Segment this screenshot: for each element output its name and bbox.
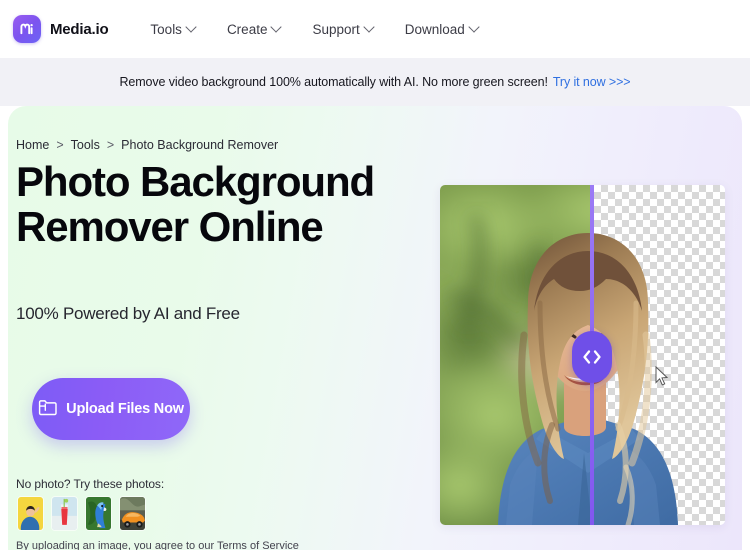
hero-left-column: Home > Tools > Photo Background Remover … xyxy=(16,106,436,550)
nav-item-tools[interactable]: Tools xyxy=(134,16,211,43)
sample-photo-parrot[interactable] xyxy=(85,496,112,531)
upload-files-button-label: Upload Files Now xyxy=(66,401,184,417)
page-root: Media.io Tools Create Support Download R… xyxy=(0,0,750,550)
promo-banner-link[interactable]: Try it now >>> xyxy=(553,75,631,89)
sample-photo-person[interactable] xyxy=(17,496,44,531)
brand-name: Media.io xyxy=(50,20,109,38)
nav-item-label: Create xyxy=(226,21,268,37)
nav-item-support[interactable]: Support xyxy=(296,16,388,43)
brand-logo-link[interactable]: Media.io xyxy=(13,15,109,43)
breadcrumb-separator: > xyxy=(56,138,64,152)
compare-slider-handle[interactable] xyxy=(572,331,612,383)
nav-item-label: Tools xyxy=(150,21,182,37)
breadcrumb: Home > Tools > Photo Background Remover xyxy=(16,138,278,152)
chevron-down-icon xyxy=(468,21,480,33)
site-header: Media.io Tools Create Support Download xyxy=(0,0,750,58)
breadcrumb-separator: > xyxy=(106,138,115,152)
sample-photo-car[interactable] xyxy=(119,496,146,531)
chevron-down-icon xyxy=(185,21,197,33)
try-photos-label: No photo? Try these photos: xyxy=(16,477,165,491)
nav-item-label: Support xyxy=(312,21,360,37)
breadcrumb-tools[interactable]: Tools xyxy=(71,138,100,152)
terms-footnote[interactable]: By uploading an image, you agree to our … xyxy=(16,540,299,550)
breadcrumb-home[interactable]: Home xyxy=(16,138,49,152)
media-io-logo-icon xyxy=(13,15,41,43)
promo-banner: Remove video background 100% automatical… xyxy=(0,58,750,106)
nav-item-download[interactable]: Download xyxy=(389,16,494,43)
promo-banner-text: Remove video background 100% automatical… xyxy=(119,75,548,89)
hero-subtitle: 100% Powered by AI and Free xyxy=(16,304,240,323)
sample-photo-drink[interactable] xyxy=(51,496,78,531)
compare-divider[interactable] xyxy=(572,185,612,525)
main-nav: Tools Create Support Download xyxy=(134,16,493,43)
chevron-down-icon xyxy=(270,21,283,33)
left-right-chevrons-icon xyxy=(581,349,603,365)
before-after-compare-slider[interactable] xyxy=(440,185,725,525)
breadcrumb-current: Photo Background Remover xyxy=(121,138,279,152)
folder-upload-icon xyxy=(38,399,57,419)
page-title: Photo Background Remover Online xyxy=(16,158,375,250)
sample-photos-list xyxy=(17,496,146,531)
chevron-down-icon xyxy=(363,21,375,33)
nav-item-create[interactable]: Create xyxy=(211,16,297,43)
hero-section: Home > Tools > Photo Background Remover … xyxy=(8,106,742,550)
upload-files-button[interactable]: Upload Files Now xyxy=(32,378,190,440)
nav-item-label: Download xyxy=(404,21,465,37)
